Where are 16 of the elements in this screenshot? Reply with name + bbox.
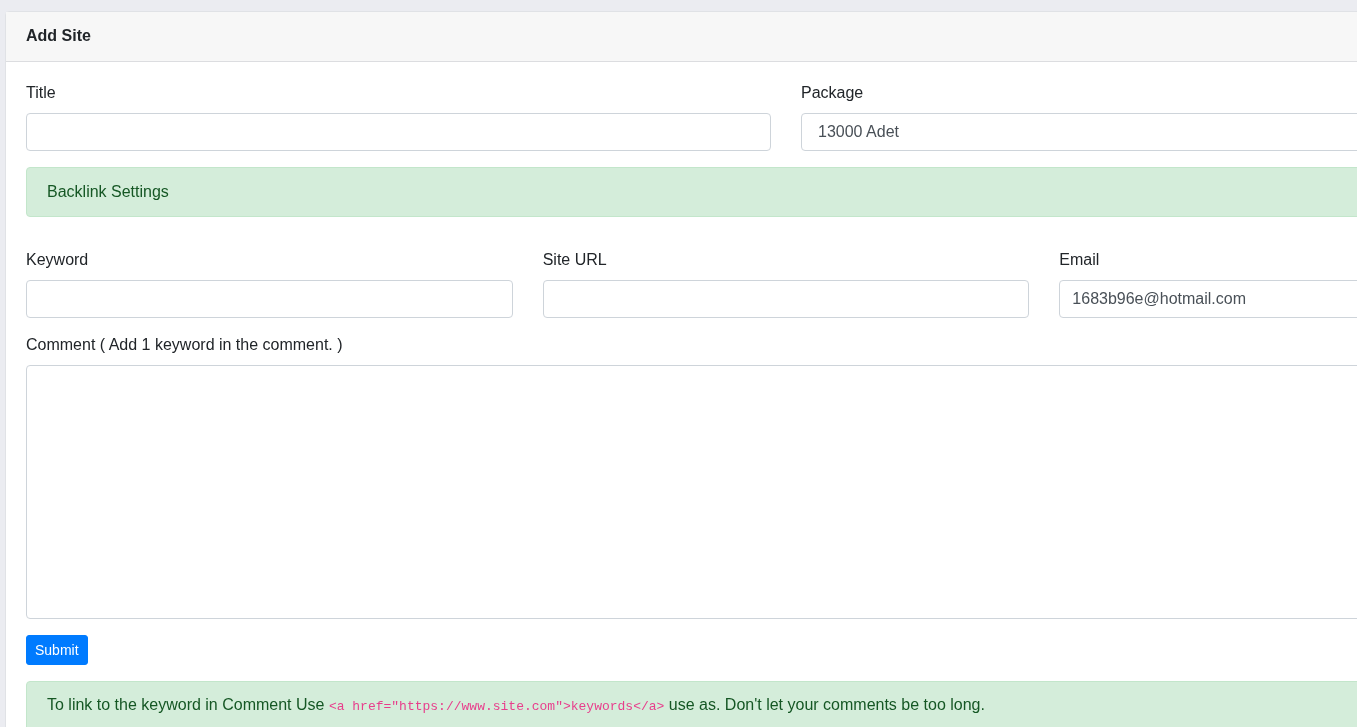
input-field[interactable] [542, 280, 1030, 318]
comment-textarea[interactable] [26, 365, 1357, 619]
hint-text: To link to the keyword in Comment Use <a href="https://www.site.com">keywords</a> use as. Don't let your comments be too long. [47, 695, 985, 716]
field-label: Title [26, 83, 56, 103]
field-label: Package [801, 83, 864, 103]
field-label: Email [1059, 250, 1100, 270]
card-title: Add Site [26, 26, 91, 46]
field-label: Keyword [26, 250, 89, 270]
submit-button[interactable]: Submit [26, 635, 88, 665]
package-select[interactable]: 13000 Adet [801, 113, 1357, 151]
input-field[interactable] [26, 113, 771, 151]
input-field[interactable]: 1683b96e@hotmail.com [1059, 280, 1357, 318]
alert-text: Backlink Settings [26, 167, 1357, 217]
input-field[interactable] [26, 280, 513, 318]
field-label: Site URL [542, 250, 607, 270]
field-label: Comment ( Add 1 keyword in the comment. ) [26, 335, 343, 355]
